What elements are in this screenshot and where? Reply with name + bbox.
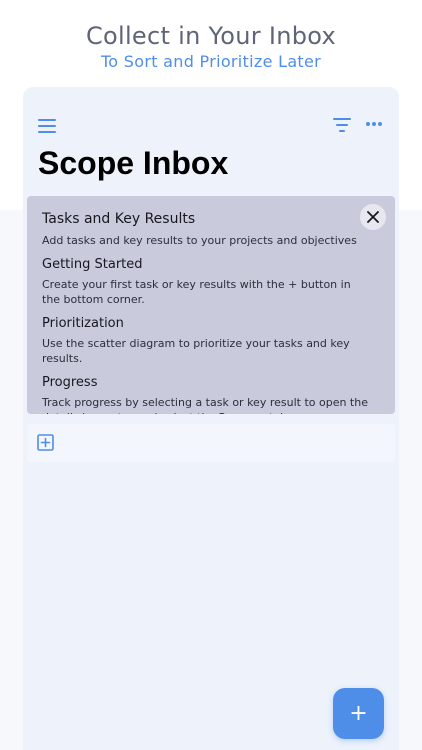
help-card-content: Tasks and Key Results Add tasks and key …: [42, 208, 372, 414]
plus-square-icon[interactable]: [37, 434, 54, 451]
add-item-row[interactable]: [27, 424, 395, 462]
section-title-progress: Progress: [42, 375, 98, 390]
promo-title: Collect in Your Inbox: [85, 22, 337, 50]
section-text-progress: Track progress by selecting a task or ke…: [42, 396, 368, 414]
close-icon: [367, 211, 379, 223]
section-title-getting-started: Getting Started: [42, 257, 143, 272]
filter-icon[interactable]: [333, 118, 351, 132]
section-text-prioritization: Use the scatter diagram to prioritize yo…: [42, 337, 350, 365]
hamburger-menu-icon[interactable]: [38, 119, 56, 133]
help-card-text: Add tasks and key results to your projec…: [42, 234, 357, 247]
help-card: Tasks and Key Results Add tasks and key …: [27, 196, 395, 414]
page-title: Scope Inbox: [38, 145, 229, 181]
help-card-title: Tasks and Key Results: [42, 211, 196, 227]
section-title-prioritization: Prioritization: [42, 316, 124, 331]
plus-icon: +: [349, 701, 368, 726]
section-text-getting-started: Create your first task or key results wi…: [42, 278, 351, 306]
promo-header: Collect in Your Inbox To Sort and Priori…: [0, 22, 422, 72]
app-screen: Scope Inbox Tasks and Key Results Add ta…: [23, 87, 399, 750]
add-button[interactable]: +: [333, 688, 384, 739]
close-button[interactable]: [360, 204, 386, 230]
more-horizontal-icon[interactable]: [366, 122, 382, 126]
promo-subtitle: To Sort and Prioritize Later: [100, 52, 322, 71]
